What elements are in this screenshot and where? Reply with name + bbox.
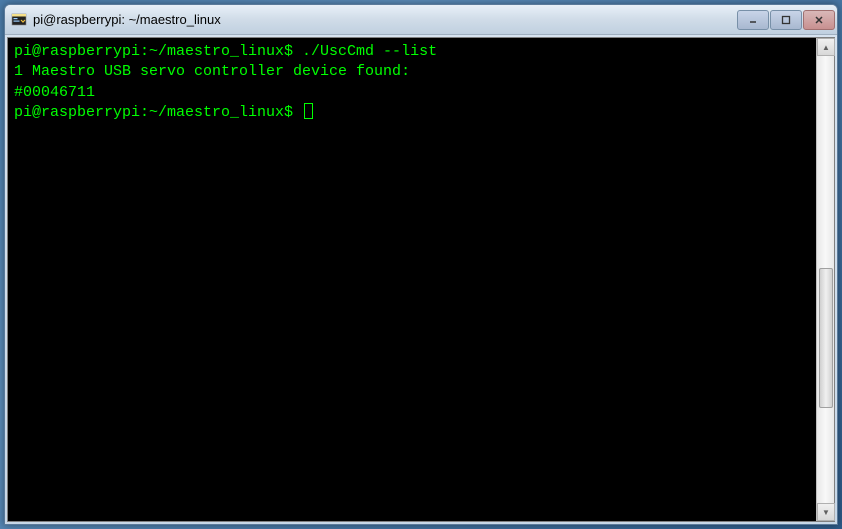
terminal-window: pi@raspberrypi: ~/maestro_linux pi@raspb…	[4, 4, 838, 525]
terminal-area: pi@raspberrypi:~/maestro_linux$ ./UscCmd…	[7, 37, 835, 522]
window-title: pi@raspberrypi: ~/maestro_linux	[33, 12, 737, 27]
terminal-line: pi@raspberrypi:~/maestro_linux$	[14, 103, 810, 123]
close-button[interactable]	[803, 10, 835, 30]
terminal-line: 1 Maestro USB servo controller device fo…	[14, 62, 810, 82]
vertical-scrollbar[interactable]: ▲ ▼	[816, 38, 834, 521]
app-icon	[11, 12, 27, 28]
scroll-thumb[interactable]	[819, 268, 833, 408]
scroll-up-arrow[interactable]: ▲	[817, 38, 835, 56]
terminal-output[interactable]: pi@raspberrypi:~/maestro_linux$ ./UscCmd…	[8, 38, 816, 521]
terminal-line: #00046711	[14, 83, 810, 103]
minimize-button[interactable]	[737, 10, 769, 30]
scroll-down-arrow[interactable]: ▼	[817, 503, 835, 521]
window-controls	[737, 10, 835, 30]
titlebar[interactable]: pi@raspberrypi: ~/maestro_linux	[5, 5, 837, 35]
terminal-line: pi@raspberrypi:~/maestro_linux$ ./UscCmd…	[14, 42, 810, 62]
cursor	[304, 103, 313, 119]
maximize-button[interactable]	[770, 10, 802, 30]
